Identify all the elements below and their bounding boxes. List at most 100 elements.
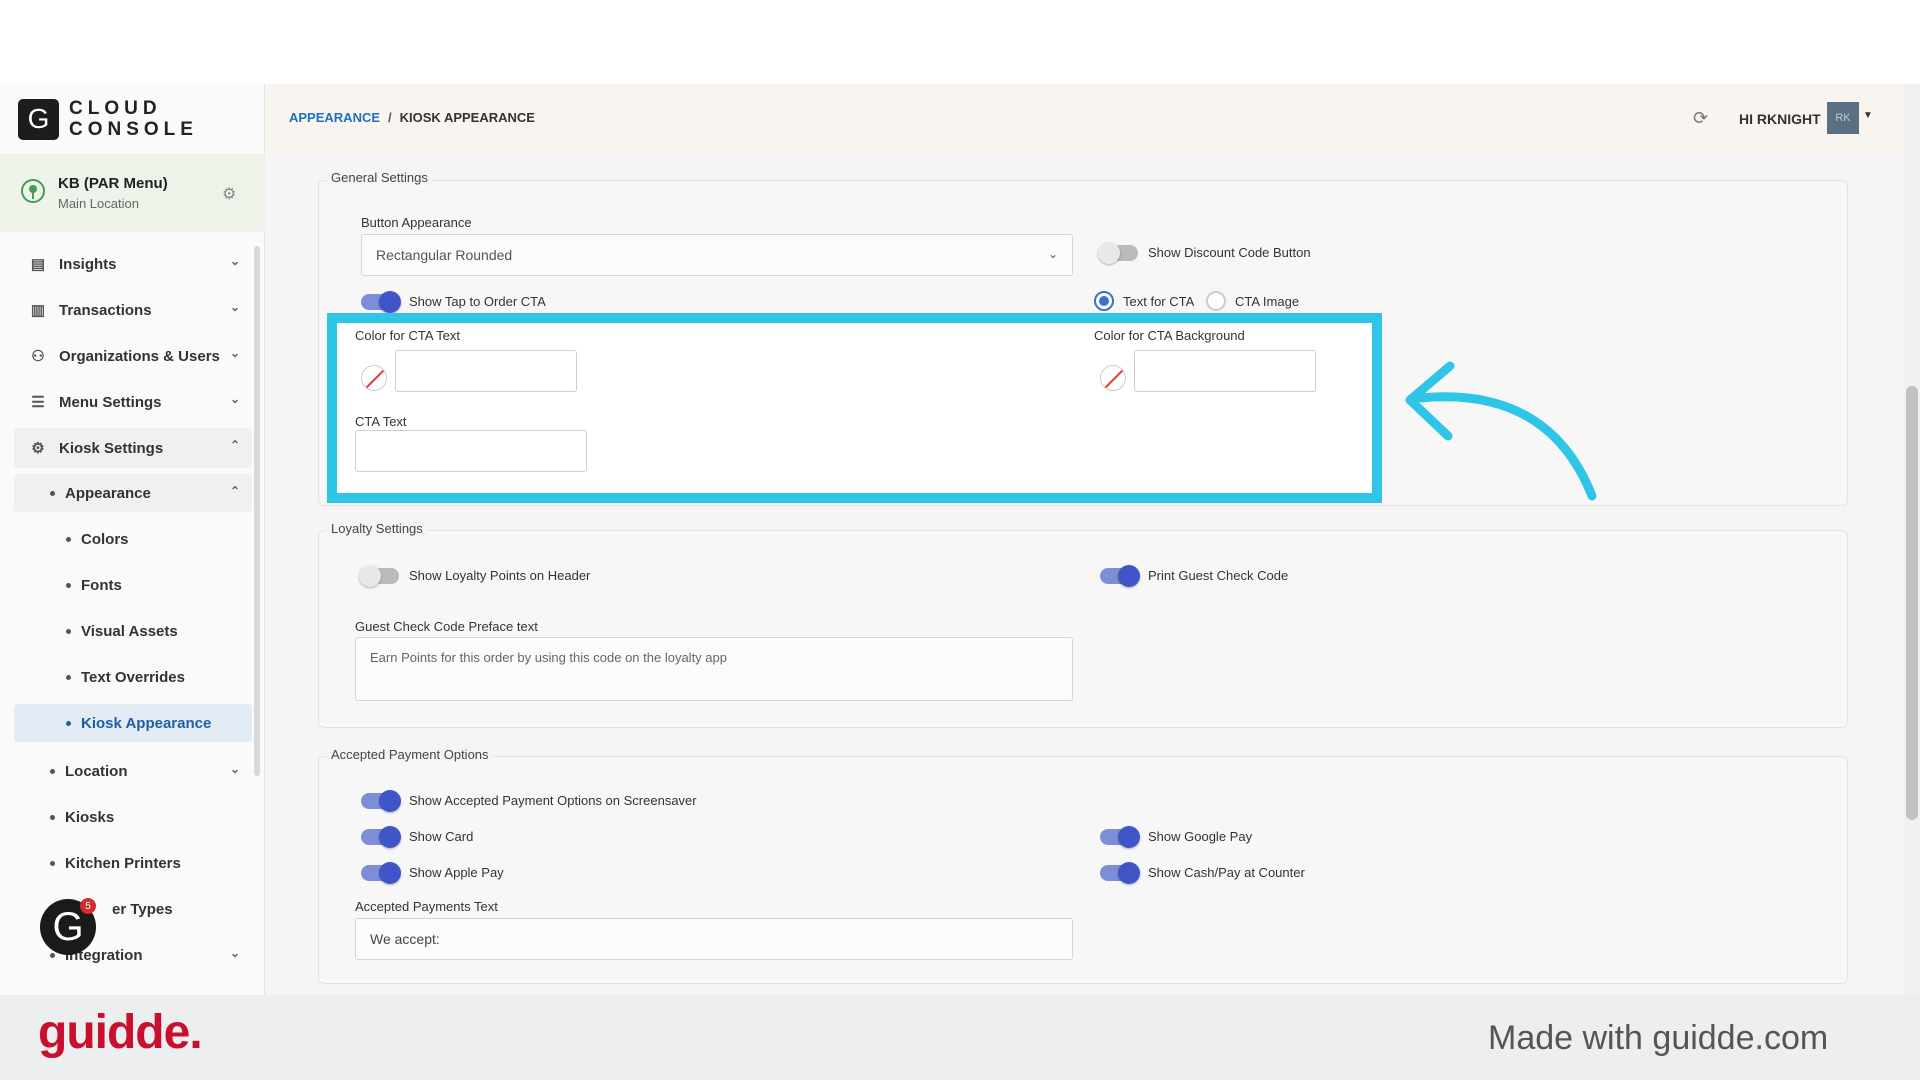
preface-text-value: Earn Points for this order by using this… <box>370 650 727 665</box>
button-appearance-label: Button Appearance <box>361 215 472 230</box>
logo[interactable]: G CLOUD CONSOLE <box>18 98 198 140</box>
sidebar-item-label: Location <box>65 762 128 780</box>
guidde-footer: guidde. Made with guidde.com <box>0 995 1920 1080</box>
show-cash-label: Show Cash/Pay at Counter <box>1148 865 1305 880</box>
sidebar-item-organizations[interactable]: ⚇ Organizations & Users ⌄ <box>14 336 252 376</box>
sidebar-item-label: Menu Settings <box>59 393 162 411</box>
breadcrumb-separator: / <box>388 110 392 125</box>
cta-text-color-swatch[interactable] <box>361 365 387 391</box>
org-chart-icon: ⚇ <box>31 348 45 365</box>
cta-image-label: CTA Image <box>1235 294 1300 309</box>
show-payment-screensaver-label: Show Accepted Payment Options on Screens… <box>409 793 697 808</box>
show-discount-toggle[interactable] <box>1098 242 1138 264</box>
sidebar-item-label: Kitchen Printers <box>65 854 181 872</box>
button-appearance-select[interactable]: Rectangular Rounded ⌄ <box>361 234 1073 276</box>
sidebar-item-label: Kiosk Settings <box>59 439 164 457</box>
show-loyalty-points-label: Show Loyalty Points on Header <box>409 568 591 583</box>
cta-background-color-swatch[interactable] <box>1100 365 1126 391</box>
loyalty-settings-title: Loyalty Settings <box>327 521 427 536</box>
text-for-cta-radio[interactable] <box>1094 291 1114 311</box>
chevron-down-icon: ⌄ <box>229 254 240 268</box>
show-card-toggle[interactable] <box>361 826 401 848</box>
show-apple-pay-toggle[interactable] <box>361 862 401 884</box>
bullet-icon <box>50 860 55 866</box>
cta-highlight-box: Color for CTA Text Color for CTA Backgro… <box>327 313 1382 503</box>
sidebar-item-colors[interactable]: Colors <box>14 520 252 558</box>
chevron-down-icon: ⌄ <box>229 346 240 360</box>
accepted-payments-text-label: Accepted Payments Text <box>355 899 498 914</box>
page-scrollbar-thumb[interactable] <box>1906 386 1918 820</box>
sidebar-item-text-overrides[interactable]: Text Overrides <box>14 658 252 696</box>
sidebar-item-label: Insights <box>59 255 117 273</box>
sidebar-item-location[interactable]: Location ⌄ <box>14 752 252 790</box>
print-guest-check-label: Print Guest Check Code <box>1148 568 1289 583</box>
sidebar: G CLOUD CONSOLE KB (PAR Menu) Main Locat… <box>0 84 265 995</box>
button-appearance-value: Rectangular Rounded <box>376 247 513 263</box>
chevron-up-icon: ⌃ <box>229 438 240 452</box>
toggle-knob <box>379 826 401 848</box>
show-card-label: Show Card <box>409 829 474 844</box>
show-payment-screensaver-toggle[interactable] <box>361 790 401 812</box>
location-pin-icon <box>21 179 45 203</box>
avatar[interactable]: RK <box>1827 102 1859 134</box>
accepted-payments-text-input[interactable]: We accept: <box>355 918 1073 960</box>
toggle-knob <box>1118 826 1140 848</box>
show-google-pay-toggle[interactable] <box>1100 826 1140 848</box>
settings-icon: ⚙ <box>31 440 45 457</box>
sidebar-item-insights[interactable]: ▤ Insights ⌄ <box>14 244 252 284</box>
app-window: G CLOUD CONSOLE KB (PAR Menu) Main Locat… <box>0 84 1920 995</box>
bullet-icon <box>50 768 55 774</box>
text-for-cta-label: Text for CTA <box>1123 294 1195 309</box>
chevron-down-icon: ⌄ <box>229 300 240 314</box>
sidebar-item-transactions[interactable]: ▥ Transactions ⌄ <box>14 290 252 330</box>
cta-text-label: CTA Text <box>355 414 407 429</box>
top-header: APPEARANCE / KIOSK APPEARANCE ⟳ HI RKNIG… <box>265 84 1920 154</box>
gear-icon[interactable]: ⚙ <box>222 184 236 204</box>
show-google-pay-label: Show Google Pay <box>1148 829 1253 844</box>
location-subtitle: Main Location <box>58 196 139 211</box>
preface-textarea[interactable]: Earn Points for this order by using this… <box>355 637 1073 701</box>
sidebar-item-kitchen-printers[interactable]: Kitchen Printers <box>14 844 252 882</box>
sidebar-item-label: Colors <box>81 530 129 548</box>
sidebar-item-kiosk-settings[interactable]: ⚙ Kiosk Settings ⌃ <box>14 428 252 468</box>
bullet-icon <box>66 628 71 634</box>
sidebar-item-label: er Types <box>112 900 173 918</box>
show-cash-toggle[interactable] <box>1100 862 1140 884</box>
sidebar-item-visual-assets[interactable]: Visual Assets <box>14 612 252 650</box>
bullet-icon <box>66 674 71 680</box>
guidde-logo: guidde. <box>38 1006 203 1059</box>
sidebar-item-label: Organizations & Users <box>59 347 220 365</box>
cta-image-radio[interactable] <box>1206 291 1226 311</box>
breadcrumb-current: KIOSK APPEARANCE <box>399 110 535 125</box>
show-tap-to-order-toggle[interactable] <box>361 291 401 313</box>
location-card[interactable]: KB (PAR Menu) Main Location ⚙ <box>0 154 265 232</box>
sidebar-item-label: Kiosks <box>65 808 115 826</box>
print-guest-check-toggle[interactable] <box>1100 565 1140 587</box>
logo-mark: G <box>18 98 59 140</box>
show-tap-to-order-label: Show Tap to Order CTA <box>409 294 546 309</box>
breadcrumb-appearance-link[interactable]: APPEARANCE <box>289 110 380 125</box>
logo-line-1: CLOUD <box>69 98 162 119</box>
made-with-text: Made with guidde.com <box>1488 1019 1829 1057</box>
sidebar-item-label: Transactions <box>59 301 152 319</box>
caret-down-icon[interactable]: ▼ <box>1863 110 1873 121</box>
cta-text-input[interactable] <box>355 430 587 472</box>
toggle-knob <box>1118 565 1140 587</box>
cta-text-color-input[interactable] <box>395 350 577 392</box>
toggle-knob <box>379 790 401 812</box>
cta-background-color-input[interactable] <box>1134 350 1316 392</box>
sidebar-item-kiosks[interactable]: Kiosks <box>14 798 252 836</box>
sidebar-item-appearance[interactable]: Appearance ⌃ <box>14 474 252 512</box>
show-loyalty-points-toggle[interactable] <box>359 565 399 587</box>
sidebar-item-kiosk-appearance[interactable]: Kiosk Appearance <box>14 704 252 742</box>
sidebar-item-label: Visual Assets <box>81 622 178 640</box>
toggle-knob <box>1118 862 1140 884</box>
sidebar-item-fonts[interactable]: Fonts <box>14 566 252 604</box>
accepted-payments-text-value: We accept: <box>370 931 440 947</box>
toggle-knob <box>1098 242 1120 264</box>
sidebar-item-menu-settings[interactable]: ☰ Menu Settings ⌄ <box>14 382 252 422</box>
sidebar-scrollbar[interactable] <box>254 246 260 776</box>
logo-line-2: CONSOLE <box>69 119 198 140</box>
refresh-icon[interactable]: ⟳ <box>1693 108 1708 129</box>
sidebar-item-label: Kiosk Appearance <box>81 714 212 732</box>
